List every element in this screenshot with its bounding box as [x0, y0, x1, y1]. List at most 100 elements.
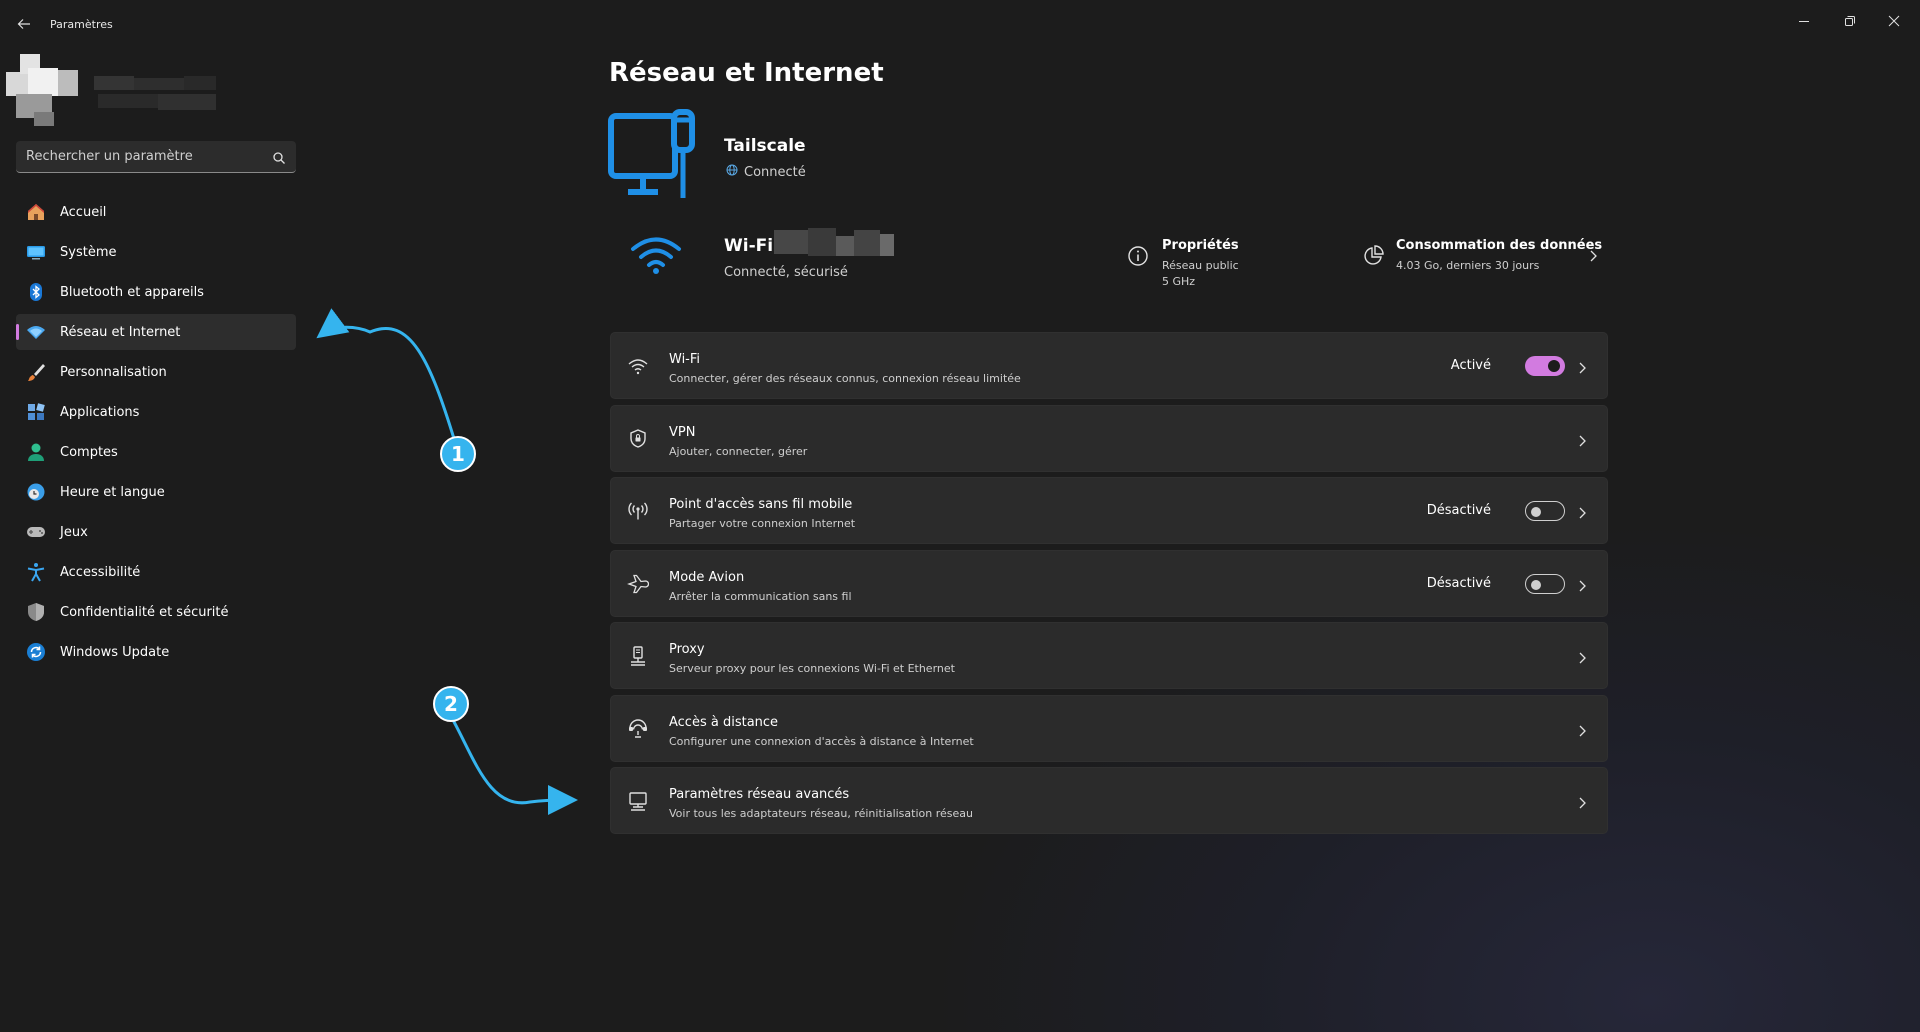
chevron-right-icon: [1588, 248, 1598, 267]
proxy-icon: [627, 645, 649, 667]
wifi-signal-icon: [630, 236, 682, 276]
data-usage-amount: 4.03 Go, derniers 30 jours: [1396, 259, 1540, 272]
window-title: Paramètres: [50, 18, 113, 31]
sidebar-item-comptes[interactable]: Comptes: [16, 434, 296, 470]
hotspot-icon: [627, 500, 649, 522]
card-subtitle: Serveur proxy pour les connexions Wi-Fi …: [669, 662, 955, 675]
data-usage-link[interactable]: Consommation des données 4.03 Go, dernie…: [1362, 238, 1602, 278]
sidebar-item-reseau[interactable]: Réseau et Internet: [16, 314, 296, 350]
sidebar-nav: Accueil Système Bluetooth et appareils R…: [16, 194, 296, 674]
card-subtitle: Configurer une connexion d'accès à dista…: [669, 734, 974, 748]
sidebar-item-label: Système: [60, 244, 117, 260]
vpn-shield-icon: [627, 428, 649, 450]
vpn-connection-name: Tailscale: [724, 136, 806, 156]
card-airplane-mode[interactable]: Mode Avion Arrêter la communication sans…: [610, 549, 1608, 617]
sidebar-item-confidentialite[interactable]: Confidentialité et sécurité: [16, 594, 296, 630]
system-icon: [26, 242, 46, 262]
card-title: VPN: [669, 424, 696, 440]
back-arrow-icon[interactable]: [12, 12, 36, 36]
toggle-state-label: Activé: [1450, 358, 1491, 373]
search-icon[interactable]: [272, 150, 286, 164]
airplane-icon: [627, 573, 649, 595]
sidebar-item-label: Applications: [60, 404, 140, 420]
chevron-right-icon: [1577, 360, 1587, 374]
wifi-connection-name: Wi-Fi: [724, 236, 774, 256]
pie-chart-icon: [1362, 244, 1386, 268]
advanced-network-icon: [627, 790, 649, 812]
sidebar-item-label: Comptes: [60, 444, 118, 460]
sidebar-item-bluetooth[interactable]: Bluetooth et appareils: [16, 274, 296, 310]
card-title: Point d'accès sans fil mobile: [669, 497, 853, 512]
sidebar-item-accueil[interactable]: Accueil: [16, 194, 296, 230]
wifi-connection-status: Connecté, sécurisé: [724, 265, 848, 280]
card-dial-up[interactable]: Accès à distance Configurer une connexio…: [610, 694, 1608, 762]
properties-band: 5 GHz: [1162, 275, 1196, 288]
restore-icon[interactable]: [1828, 6, 1872, 36]
network-icon: [26, 322, 46, 342]
settings-search-box[interactable]: [16, 141, 296, 173]
account-icon: [26, 442, 46, 462]
home-icon: [26, 202, 46, 222]
vpn-status-label: Connecté: [744, 164, 806, 180]
sidebar-item-systeme[interactable]: Système: [16, 234, 296, 270]
card-mobile-hotspot[interactable]: Point d'accès sans fil mobile Partager v…: [610, 477, 1608, 544]
bluetooth-icon: [26, 282, 46, 302]
chevron-right-icon: [1577, 505, 1587, 519]
search-input[interactable]: [26, 141, 256, 172]
sidebar-item-label: Windows Update: [60, 644, 170, 660]
card-wifi[interactable]: Wi-Fi Connecter, gérer des réseaux connu…: [610, 332, 1608, 399]
sidebar-item-heure[interactable]: Heure et langue: [16, 474, 296, 510]
hotspot-toggle[interactable]: [1525, 501, 1565, 521]
sidebar-item-personnalisation[interactable]: Personnalisation: [16, 354, 296, 390]
user-profile-avatar[interactable]: [6, 50, 216, 126]
settings-card-list: Wi-Fi Connecter, gérer des réseaux connu…: [610, 332, 1608, 840]
card-proxy[interactable]: Proxy Serveur proxy pour les connexions …: [610, 622, 1608, 689]
network-device-icon: [606, 108, 704, 204]
annotation-badge-2: 2: [433, 686, 469, 722]
title-bar: Paramètres: [0, 0, 1920, 48]
minimize-icon[interactable]: [1782, 6, 1826, 36]
card-title: Accès à distance: [669, 714, 779, 730]
globe-icon: [726, 164, 738, 180]
wifi-icon: [627, 355, 649, 377]
sidebar-item-applications[interactable]: Applications: [16, 394, 296, 430]
annotation-badge-1: 1: [440, 436, 476, 472]
apps-icon: [26, 402, 46, 422]
sidebar-item-accessibilite[interactable]: Accessibilité: [16, 554, 296, 590]
sidebar-item-jeux[interactable]: Jeux: [16, 514, 296, 550]
brush-icon: [26, 362, 46, 382]
airplane-mode-toggle[interactable]: [1525, 573, 1565, 594]
sidebar-item-label: Réseau et Internet: [60, 324, 181, 340]
update-icon: [26, 642, 46, 662]
dialup-icon: [627, 718, 649, 740]
toggle-state-label: Désactivé: [1426, 503, 1491, 518]
page-title: Réseau et Internet: [609, 58, 884, 88]
chevron-right-icon: [1577, 650, 1587, 664]
gamepad-icon: [26, 522, 46, 542]
sidebar-item-label: Heure et langue: [60, 484, 165, 500]
properties-network-type: Réseau public: [1162, 259, 1239, 272]
card-subtitle: Partager votre connexion Internet: [669, 517, 856, 530]
wifi-toggle[interactable]: [1525, 356, 1565, 376]
sidebar-item-label: Jeux: [60, 524, 88, 540]
sidebar-item-label: Accessibilité: [60, 564, 141, 580]
card-subtitle: Ajouter, connecter, gérer: [669, 444, 808, 458]
toggle-state-label: Désactivé: [1426, 575, 1491, 591]
card-title: Proxy: [669, 642, 705, 657]
chevron-right-icon: [1577, 723, 1587, 737]
sidebar-item-label: Bluetooth et appareils: [60, 284, 204, 300]
info-icon: [1126, 244, 1150, 268]
card-title: Wi-Fi: [669, 352, 701, 367]
sidebar-item-windows-update[interactable]: Windows Update: [16, 634, 296, 670]
card-subtitle: Arrêter la communication sans fil: [669, 589, 852, 603]
card-advanced-network-settings[interactable]: Paramètres réseau avancés Voir tous les …: [610, 767, 1608, 834]
clock-globe-icon: [26, 482, 46, 502]
data-usage-title: Consommation des données: [1396, 238, 1603, 253]
card-vpn[interactable]: VPN Ajouter, connecter, gérer: [610, 404, 1608, 472]
close-icon[interactable]: [1872, 6, 1916, 36]
properties-title: Propriétés: [1162, 238, 1239, 253]
card-title: Mode Avion: [669, 569, 745, 585]
card-title: Paramètres réseau avancés: [669, 787, 850, 802]
chevron-right-icon: [1577, 795, 1587, 809]
shield-icon: [26, 602, 46, 622]
